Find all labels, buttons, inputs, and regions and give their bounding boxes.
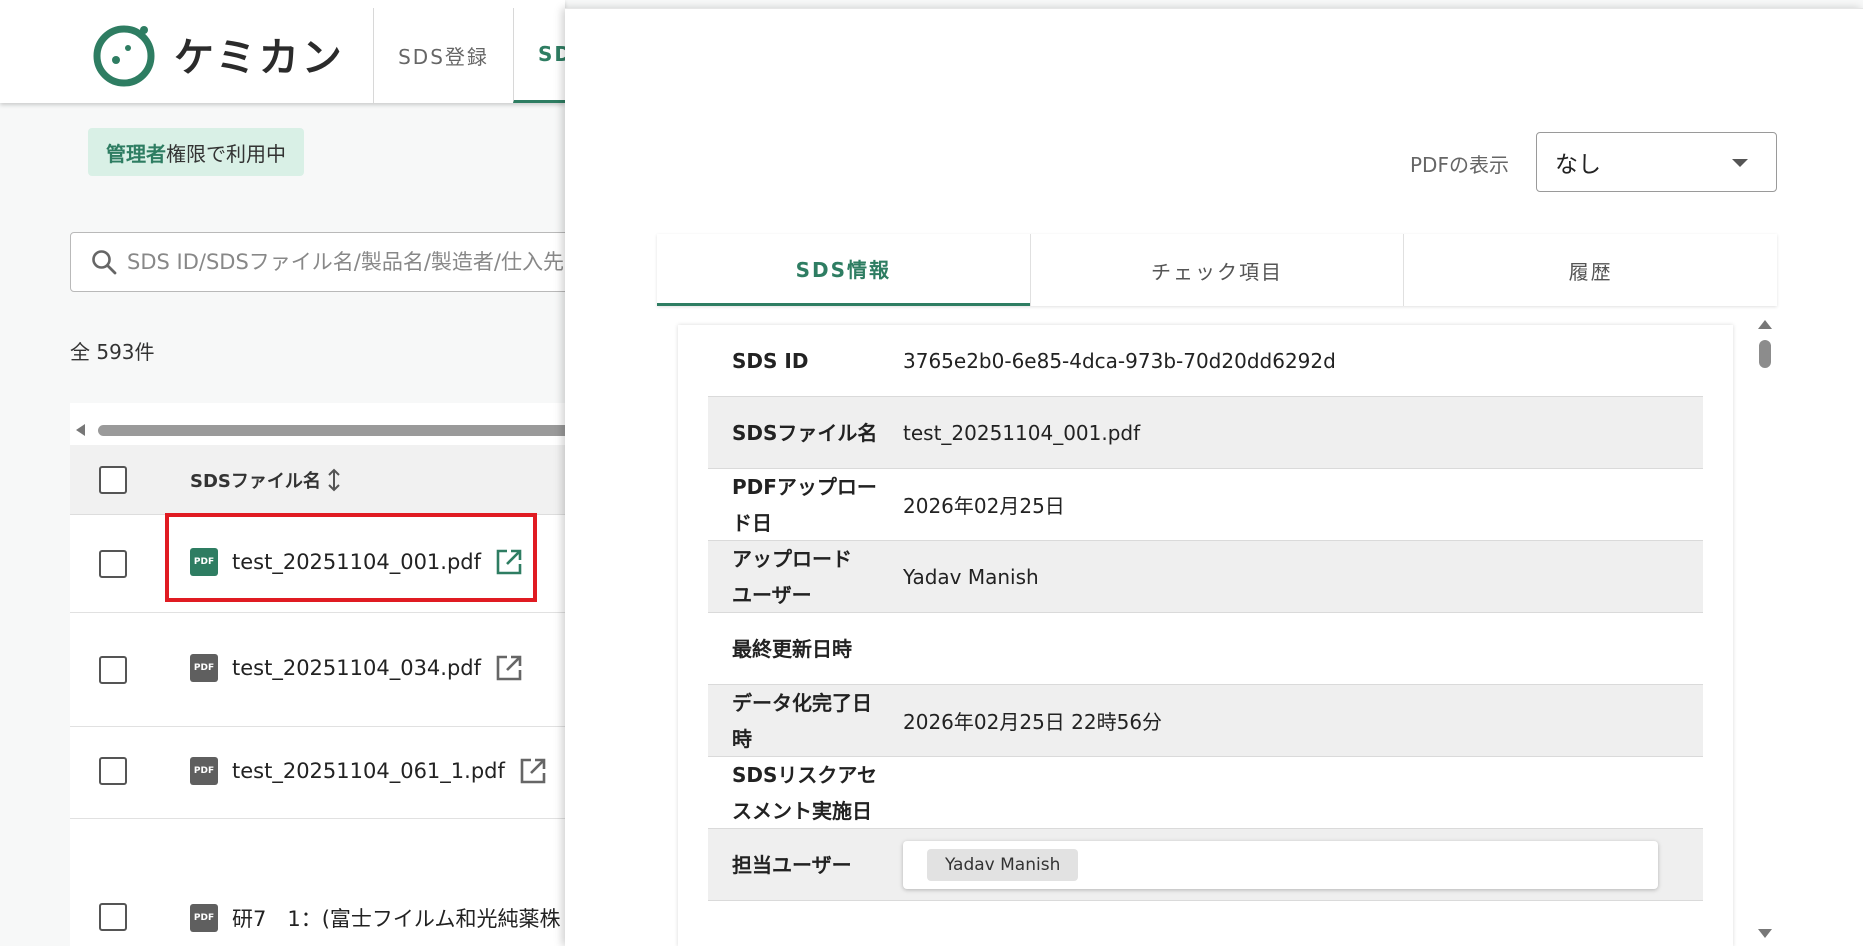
detail-tabs: SDS情報 チェック項目 履歴 xyxy=(657,234,1777,306)
file-name[interactable]: 研7 1：(富士フイルム和光純薬株 xyxy=(232,903,561,933)
scroll-up-icon[interactable] xyxy=(1758,320,1772,329)
search-input[interactable] xyxy=(127,250,589,274)
assigned-user-field[interactable]: Yadav Manish xyxy=(903,840,1658,889)
info-label: PDFアップロー ド日 xyxy=(708,469,903,541)
info-value: 2026年02月25日 22時56分 xyxy=(903,710,1163,734)
table-row[interactable]: PDF test_20251104_061_1.pdf xyxy=(70,727,590,819)
info-label-line: ユーザー xyxy=(732,582,812,607)
file-cell[interactable]: PDF test_20251104_061_1.pdf xyxy=(190,757,547,785)
admin-badge-strong: 管理者 xyxy=(106,141,166,166)
info-row-upload-user: アップロード ユーザー Yadav Manish xyxy=(708,541,1703,613)
logo-text: ケミカン xyxy=(174,35,345,81)
info-row-risk-assessment: SDSリスクアセ スメント実施日 xyxy=(708,757,1703,829)
select-all-checkbox[interactable] xyxy=(99,466,127,494)
sds-table: SDSファイル名 PDF test_20251104_001.pdf PDF t… xyxy=(70,403,598,946)
row-checkbox[interactable] xyxy=(99,757,127,785)
detail-drawer: PDFの表示 なし SDS情報 チェック項目 履歴 SDS ID 3765e2b… xyxy=(565,8,1863,946)
pdf-display-label: PDFの表示 xyxy=(1410,153,1509,177)
info-value: 3765e2b0-6e85-4dca-973b-70d20dd6292d xyxy=(903,348,1336,373)
table-header: SDSファイル名 xyxy=(70,445,590,515)
result-count: 全 593件 xyxy=(70,340,155,364)
pdf-file-icon: PDF xyxy=(190,904,218,932)
pdf-display-select[interactable]: なし xyxy=(1536,132,1777,192)
info-label-line: ド日 xyxy=(732,510,772,535)
info-value: Yadav Manish xyxy=(903,564,1039,589)
app-logo[interactable]: ケミカン xyxy=(92,20,345,88)
scroll-down-icon[interactable] xyxy=(1758,929,1772,938)
info-label: 最終更新日時 xyxy=(732,636,852,661)
open-external-icon[interactable] xyxy=(495,654,523,682)
pdf-file-icon: PDF xyxy=(190,757,218,785)
info-row-sds-id: SDS ID 3765e2b0-6e85-4dca-973b-70d20dd62… xyxy=(708,325,1703,397)
row-checkbox[interactable] xyxy=(99,903,127,931)
info-label: SDSファイル名 xyxy=(732,420,878,445)
info-label: アップロード ユーザー xyxy=(708,541,903,613)
info-label-line: スメント実施日 xyxy=(732,798,872,823)
table-row[interactable]: PDF 研7 1：(富士フイルム和光純薬株 xyxy=(70,819,590,946)
info-row-data-complete: データ化完了日 時 2026年02月25日 22時56分 xyxy=(708,685,1703,757)
info-row-pdf-upload-date: PDFアップロー ド日 2026年02月25日 xyxy=(708,469,1703,541)
sds-info-card: SDS ID 3765e2b0-6e85-4dca-973b-70d20dd62… xyxy=(678,325,1733,946)
info-label-line: SDSリスクアセ xyxy=(732,762,878,787)
chevron-down-icon xyxy=(1732,159,1748,167)
scrollbar-thumb[interactable] xyxy=(1759,340,1771,368)
search-box[interactable] xyxy=(70,232,590,292)
info-label: データ化完了日 時 xyxy=(708,685,903,757)
sort-icon[interactable] xyxy=(327,468,341,492)
horizontal-scrollbar[interactable] xyxy=(70,421,598,439)
logo-icon xyxy=(93,25,155,87)
search-icon xyxy=(92,250,117,275)
info-label: SDSリスクアセ スメント実施日 xyxy=(708,757,903,829)
admin-badge: 管理者 権限で利用中 xyxy=(88,128,304,176)
info-label: 担当ユーザー xyxy=(732,852,852,877)
user-chip[interactable]: Yadav Manish xyxy=(927,848,1079,881)
tab-sds-info[interactable]: SDS情報 xyxy=(657,234,1030,306)
file-cell[interactable]: PDF 研7 1：(富士フイルム和光純薬株 xyxy=(190,903,561,933)
info-label-line: PDFアップロー xyxy=(732,474,877,499)
highlight-box xyxy=(165,513,537,602)
nav-tab-sds-register[interactable]: SDS登録 xyxy=(373,8,513,103)
admin-badge-rest: 権限で利用中 xyxy=(166,141,286,166)
info-value: 2026年02月25日 xyxy=(903,494,1065,518)
info-row-sds-filename: SDSファイル名 test_20251104_001.pdf xyxy=(708,397,1703,469)
pdf-display-value: なし xyxy=(1555,152,1601,178)
info-label-line: アップロード xyxy=(732,546,852,571)
vertical-scrollbar[interactable] xyxy=(1753,316,1777,944)
info-label-line: データ化完了日 xyxy=(732,690,872,715)
open-external-icon[interactable] xyxy=(519,757,547,785)
file-name[interactable]: test_20251104_034.pdf xyxy=(232,656,481,680)
info-label-line: 時 xyxy=(732,726,752,751)
tab-history[interactable]: 履歴 xyxy=(1403,234,1777,306)
column-header-label: SDSファイル名 xyxy=(190,471,321,492)
nav-tab-sds-list[interactable]: SD xyxy=(513,8,573,103)
pdf-file-icon: PDF xyxy=(190,654,218,682)
row-checkbox[interactable] xyxy=(99,656,127,684)
scroll-left-icon[interactable] xyxy=(76,424,85,436)
info-label: SDS ID xyxy=(732,348,809,373)
app-header: ケミカン SDS登録 SD xyxy=(0,0,573,103)
file-name[interactable]: test_20251104_061_1.pdf xyxy=(232,759,505,783)
row-checkbox[interactable] xyxy=(99,550,127,578)
tab-check-items[interactable]: チェック項目 xyxy=(1029,234,1404,306)
table-row[interactable]: PDF test_20251104_034.pdf xyxy=(70,613,590,727)
info-row-last-updated: 最終更新日時 xyxy=(708,613,1703,685)
scrollbar-thumb[interactable] xyxy=(98,425,598,436)
column-header-filename[interactable]: SDSファイル名 xyxy=(190,467,341,493)
info-value: test_20251104_001.pdf xyxy=(903,420,1141,445)
info-row-assigned-user: 担当ユーザー Yadav Manish xyxy=(708,829,1703,901)
file-cell[interactable]: PDF test_20251104_034.pdf xyxy=(190,654,523,682)
